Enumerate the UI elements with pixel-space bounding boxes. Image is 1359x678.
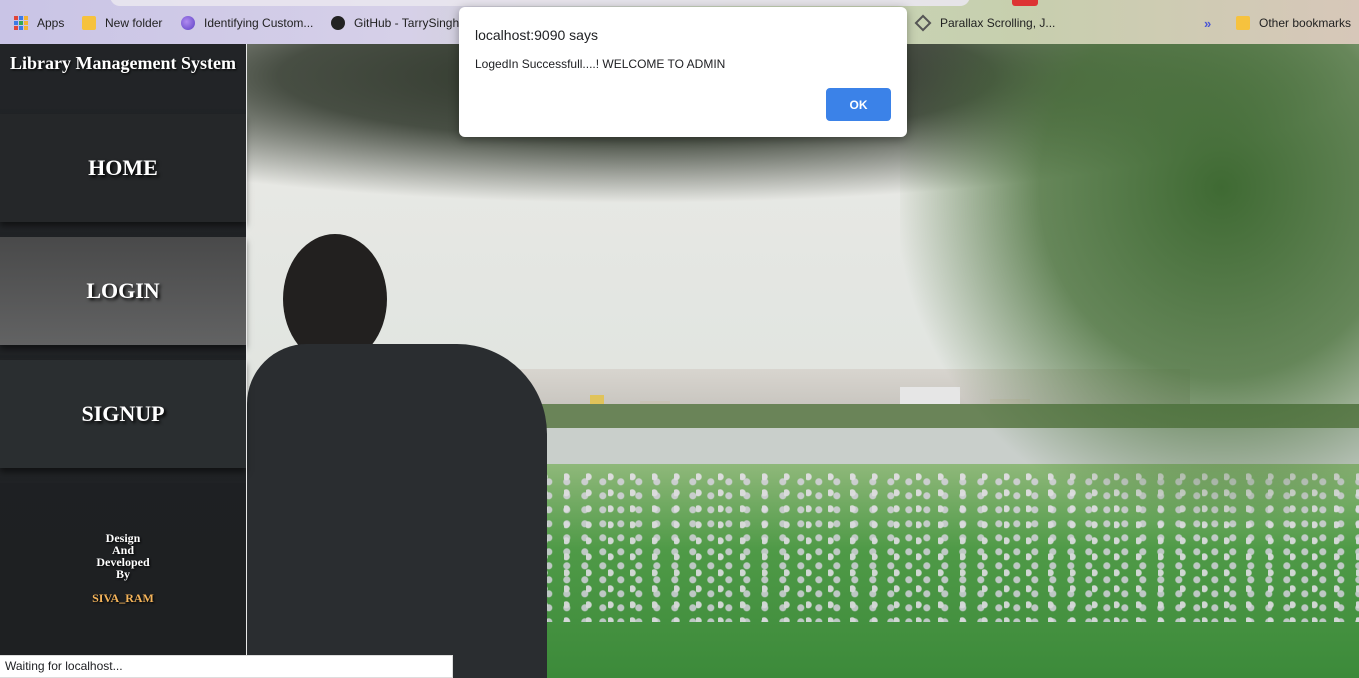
page-content: Library Management System HOME LOGIN SIG… [0, 44, 1359, 678]
nav-home-button[interactable]: HOME [0, 114, 246, 222]
folder-icon [1236, 16, 1250, 30]
sidebar-divider [246, 44, 247, 655]
folder-icon [82, 16, 96, 30]
ok-button[interactable]: OK [826, 88, 891, 121]
bookmark-parallax[interactable]: Parallax Scrolling, J... [914, 14, 1056, 32]
diamond-icon [914, 14, 932, 32]
bookmark-github[interactable]: GitHub - TarrySingh [331, 14, 459, 32]
nav-signup-button[interactable]: SIGNUP [0, 360, 246, 468]
bookmark-new-folder[interactable]: New folder [82, 14, 162, 32]
nav-home-label: HOME [88, 155, 158, 180]
bookmark-label: GitHub - TarrySingh [354, 16, 460, 30]
nav-signup-label: SIGNUP [81, 401, 165, 426]
bookmark-label: Parallax Scrolling, J... [940, 16, 1056, 30]
status-bar: Waiting for localhost... [0, 655, 453, 678]
bookmark-identifying-custom[interactable]: Identifying Custom... [181, 14, 313, 32]
bookmark-label: Apps [37, 16, 65, 30]
dialog-title: localhost:9090 says [475, 27, 598, 43]
nav-login-label: LOGIN [86, 278, 160, 303]
chevron-double-right-icon: » [1204, 15, 1212, 31]
sidebar: Library Management System HOME LOGIN SIG… [0, 44, 246, 678]
credits-line: By [115, 567, 130, 581]
bookmark-apps[interactable]: Apps [14, 14, 64, 32]
alert-dialog: localhost:9090 says LogedIn Successfull.… [459, 7, 907, 137]
bookmark-label: Other bookmarks [1259, 16, 1352, 30]
globe-icon [181, 16, 195, 30]
bookmark-label: New folder [105, 16, 163, 30]
credits-text: Design And Developed By [0, 532, 246, 580]
github-icon [331, 16, 345, 30]
notification-badge [1012, 0, 1038, 6]
bookmarks-overflow-button[interactable]: » [1204, 14, 1211, 32]
author-name: SIVA_RAM [92, 591, 154, 605]
bookmark-other[interactable]: Other bookmarks [1236, 14, 1351, 32]
apps-grid-icon [14, 16, 28, 30]
dialog-message: LogedIn Successfull....! WELCOME TO ADMI… [475, 57, 726, 71]
nav-login-button[interactable]: LOGIN [0, 237, 246, 345]
site-title: Library Management System [10, 53, 236, 73]
bookmark-label: Identifying Custom... [204, 16, 314, 30]
